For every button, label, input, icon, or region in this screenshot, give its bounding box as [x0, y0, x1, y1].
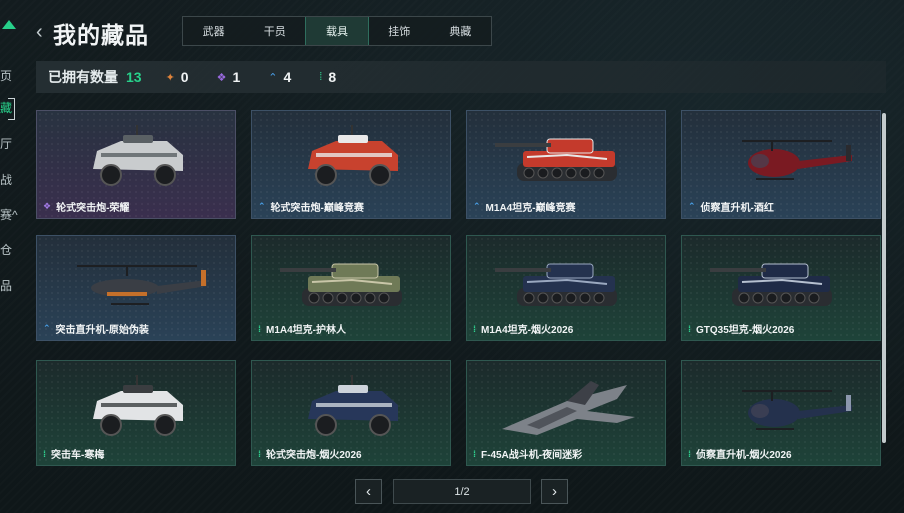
blue-chevron-icon: ⌃ — [473, 201, 481, 211]
tank-navy-image — [467, 236, 665, 324]
tab-4[interactable]: 典藏 — [430, 17, 491, 45]
card-name: 侦察直升机-酒红 — [700, 203, 774, 214]
collection-grid: ❖ 轮式突击炮-荣耀 ⌃ 轮式突击炮-巅峰竞赛 ⌃ M1A4坦克-巅峰竞赛 ⌃ 侦察直升… — [36, 110, 882, 466]
card-name: 突击车-寒梅 — [51, 450, 105, 461]
tab-1[interactable]: 干员 — [244, 17, 305, 45]
green-dots-icon: ⁞ — [43, 448, 46, 459]
green-dots-icon: ⁞ — [319, 71, 323, 83]
collection-card[interactable]: ⁞ 轮式突击炮-烟火2026 — [251, 360, 451, 466]
collection-card[interactable]: ⌃ M1A4坦克-巅峰竞赛 — [466, 110, 666, 219]
card-caption: ⁞ F-45A战斗机-夜间迷彩 — [473, 446, 583, 462]
collection-card[interactable]: ⁞ M1A4坦克-护林人 — [251, 235, 451, 341]
collection-card[interactable]: ❖ 轮式突击炮-荣耀 — [36, 110, 236, 219]
collection-card[interactable]: ⁞ M1A4坦克-烟火2026 — [466, 235, 666, 341]
green-dots-icon: ⁞ — [688, 448, 691, 459]
collection-card[interactable]: ⌃ 突击直升机-原始伪装 — [36, 235, 236, 341]
armored-car-navy-image — [252, 361, 450, 449]
tank-red-image — [467, 111, 665, 199]
green-dots-icon: ⁞ — [688, 323, 691, 334]
collection-card[interactable]: ⁞ 突击车-寒梅 — [36, 360, 236, 466]
card-name: F-45A战斗机-夜间迷彩 — [481, 450, 583, 461]
grid-scrollbar[interactable] — [882, 113, 886, 443]
rarity-count-3: ⁞ 8 — [319, 69, 336, 85]
next-page-button[interactable]: › — [541, 479, 568, 504]
owned-count-label: 已拥有数量 — [48, 69, 118, 85]
sidebar-item-5[interactable]: 仓 — [0, 243, 12, 257]
rarity-count-value: 0 — [180, 69, 189, 85]
card-caption: ⁞ 侦察直升机-烟火2026 — [688, 446, 792, 462]
blue-chevron-icon: ⌃ — [688, 201, 696, 211]
card-caption: ❖ 轮式突击炮-荣耀 — [43, 199, 129, 214]
card-caption: ⁞ 突击车-寒梅 — [43, 446, 105, 462]
purple-diamond-icon: ❖ — [43, 201, 52, 211]
nav-up-arrow-icon[interactable] — [2, 20, 16, 29]
tab-2[interactable]: 载具 — [305, 17, 369, 45]
rarity-count-value: 8 — [328, 69, 337, 85]
card-caption: ⌃ 轮式突击炮-巅峰竞赛 — [258, 199, 364, 214]
green-dots-icon: ⁞ — [473, 448, 476, 459]
rarity-count-2: ⌃ 4 — [268, 69, 291, 85]
owned-stats-bar: 已拥有数量 13 ✦ 0 ❖ 1 ⌃ 4 ⁞ 8 — [36, 61, 886, 93]
card-caption: ⌃ 侦察直升机-酒红 — [688, 199, 774, 214]
rarity-count-0: ✦ 0 — [166, 69, 189, 85]
purple-diamond-icon: ❖ — [216, 71, 227, 84]
green-dots-icon: ⁞ — [473, 323, 476, 334]
card-name: 轮式突击炮-巅峰竞赛 — [270, 203, 364, 214]
card-caption: ⌃ M1A4坦克-巅峰竞赛 — [473, 199, 576, 214]
armored-car-white-image — [37, 111, 235, 199]
attack-heli-camo-image — [37, 236, 235, 324]
tank-navy-2-image — [682, 236, 880, 324]
card-name: M1A4坦克-烟火2026 — [481, 325, 574, 336]
back-button[interactable]: ‹ — [36, 22, 48, 42]
heli-navy-image — [682, 361, 880, 449]
tab-0[interactable]: 武器 — [183, 17, 244, 45]
sidebar-item-0[interactable]: 页 — [0, 69, 12, 83]
sidebar-item-6[interactable]: 品 — [0, 279, 12, 293]
page-indicator: 1/2 — [393, 479, 531, 504]
card-name: 侦察直升机-烟火2026 — [696, 450, 792, 461]
card-name: 突击直升机-原始伪装 — [55, 325, 149, 336]
truck-white-image — [37, 361, 235, 449]
armored-car-red-image — [252, 111, 450, 199]
heli-red-image — [682, 111, 880, 199]
card-caption: ⁞ GTQ35坦克-烟火2026 — [688, 321, 795, 337]
prev-page-button[interactable]: ‹ — [355, 479, 382, 504]
card-caption: ⁞ 轮式突击炮-烟火2026 — [258, 446, 362, 462]
collection-card[interactable]: ⁞ GTQ35坦克-烟火2026 — [681, 235, 881, 341]
orange-diamond-icon: ✦ — [165, 71, 175, 84]
blue-chevron-icon: ⌃ — [43, 323, 51, 333]
green-dots-icon: ⁞ — [258, 448, 261, 459]
card-caption: ⁞ M1A4坦克-护林人 — [258, 321, 347, 337]
collection-card[interactable]: ⌃ 轮式突击炮-巅峰竞赛 — [251, 110, 451, 219]
tab-3[interactable]: 挂饰 — [369, 17, 430, 45]
page-title: 我的藏品 — [53, 22, 149, 48]
card-name: GTQ35坦克-烟火2026 — [696, 325, 795, 336]
collection-card[interactable]: ⁞ 侦察直升机-烟火2026 — [681, 360, 881, 466]
rarity-count-value: 4 — [283, 69, 292, 85]
sidebar-item-3[interactable]: 战 — [0, 173, 12, 187]
rarity-count-value: 1 — [232, 69, 241, 85]
blue-chevron-icon: ⌃ — [268, 71, 278, 84]
green-dots-icon: ⁞ — [258, 323, 261, 334]
sidebar-item-4[interactable]: 赛^ — [0, 208, 18, 222]
tank-camo-image — [252, 236, 450, 324]
rarity-counts: ✦ 0 ❖ 1 ⌃ 4 ⁞ 8 — [166, 69, 365, 85]
card-name: M1A4坦克-护林人 — [266, 325, 347, 336]
card-name: 轮式突击炮-荣耀 — [56, 203, 130, 214]
category-tabs: 武器 干员 载具 挂饰 典藏 — [182, 16, 492, 46]
side-nav: 页藏厅战赛^ 仓品 — [0, 0, 22, 513]
rarity-count-1: ❖ 1 — [217, 69, 241, 85]
collection-card[interactable]: ⁞ F-45A战斗机-夜间迷彩 — [466, 360, 666, 466]
card-name: 轮式突击炮-烟火2026 — [266, 450, 362, 461]
card-caption: ⁞ M1A4坦克-烟火2026 — [473, 321, 574, 337]
card-caption: ⌃ 突击直升机-原始伪装 — [43, 321, 149, 336]
owned-count-total: 13 — [126, 69, 142, 85]
sidebar-item-2[interactable]: 厅 — [0, 137, 12, 151]
blue-chevron-icon: ⌃ — [258, 201, 266, 211]
card-name: M1A4坦克-巅峰竞赛 — [485, 203, 576, 214]
jet-camo-image — [467, 361, 665, 449]
sidebar-item-1[interactable]: 藏 — [0, 101, 12, 115]
collection-card[interactable]: ⌃ 侦察直升机-酒红 — [681, 110, 881, 219]
